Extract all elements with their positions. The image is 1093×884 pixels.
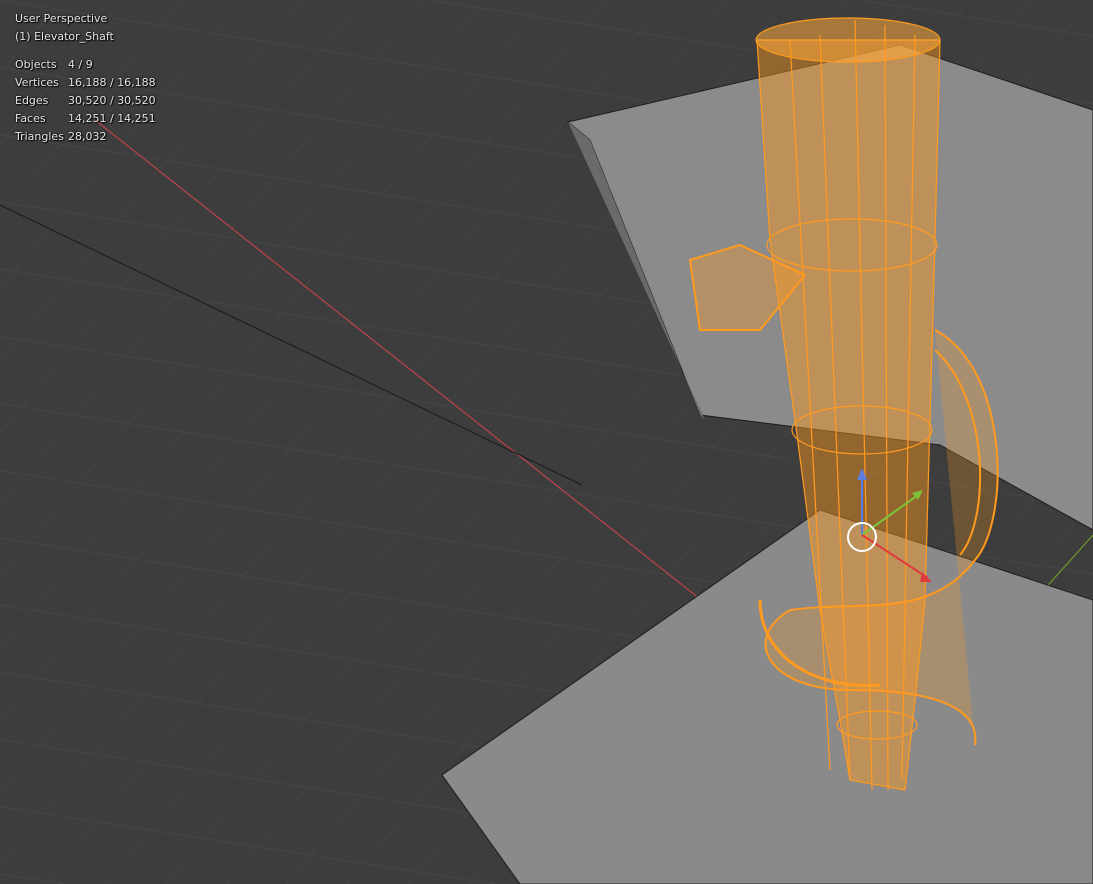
stat-row-vertices: Vertices 16,188 / 16,188 [15, 74, 156, 92]
stat-value: 14,251 / 14,251 [68, 112, 156, 125]
stat-value: 4 / 9 [68, 58, 93, 71]
active-object-name: (1) Elevator_Shaft [15, 30, 114, 43]
stat-value: 30,520 / 30,520 [68, 94, 156, 107]
3d-viewport[interactable]: User Perspective (1) Elevator_Shaft Obje… [0, 0, 1093, 884]
viewport-info-overlay: User Perspective (1) Elevator_Shaft Obje… [15, 10, 156, 146]
stat-row-faces: Faces 14,251 / 14,251 [15, 110, 156, 128]
stat-label: Edges [15, 94, 49, 107]
stat-label: Faces [15, 112, 46, 125]
stat-row-edges: Edges 30,520 / 30,520 [15, 92, 156, 110]
scene-statistics: Objects 4 / 9 Vertices 16,188 / 16,188 E… [15, 56, 156, 146]
stat-label: Objects [15, 58, 57, 71]
stat-label: Vertices [15, 76, 59, 89]
viewport-scene[interactable] [0, 0, 1093, 884]
view-name: User Perspective [15, 12, 108, 25]
stat-label: Triangles [15, 130, 64, 143]
stat-row-objects: Objects 4 / 9 [15, 56, 156, 74]
stat-row-triangles: Triangles 28,032 [15, 128, 156, 146]
stat-value: 28,032 [68, 130, 107, 143]
stat-value: 16,188 / 16,188 [68, 76, 156, 89]
